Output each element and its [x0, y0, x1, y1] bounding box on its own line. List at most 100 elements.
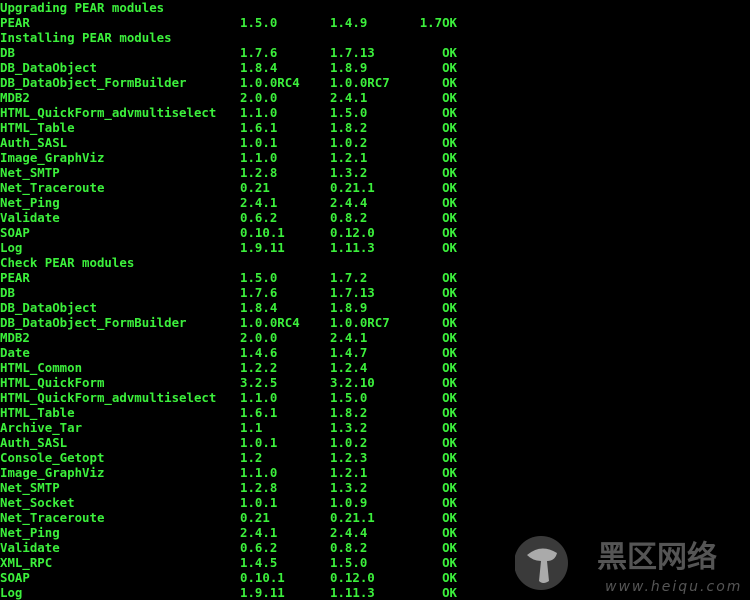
module-row: Net_Ping 2.4.1 2.4.4 OK: [0, 195, 457, 210]
status: OK: [442, 90, 457, 105]
module-row: Image_GraphViz 1.1.0 1.2.1 OK: [0, 465, 457, 480]
module-row: SOAP 0.10.1 0.12.0 OK: [0, 570, 457, 585]
version-to: 0.21.1: [330, 510, 375, 525]
version-from: 0.10.1: [240, 225, 285, 240]
version-from: 1.4.6: [240, 345, 278, 360]
module-row: DB_DataObject_FormBuilder 1.0.0RC4 1.0.0RC…: [0, 75, 457, 90]
version-from: 1.1.0: [240, 465, 278, 480]
version-to: 1.3.2: [330, 165, 368, 180]
version-from: 2.4.1: [240, 525, 278, 540]
version-to: 1.7.13: [330, 45, 375, 60]
status: OK: [442, 540, 457, 555]
status: OK: [442, 435, 457, 450]
module-name: Auth_SASL: [0, 135, 68, 150]
version-to: 2.4.4: [330, 195, 368, 210]
module-row: DB_DataObject 1.8.4 1.8.9 OK: [0, 60, 457, 75]
version-to: 1.7.13: [330, 285, 375, 300]
module-name: Log: [0, 240, 23, 255]
module-row: HTML_QuickForm_advmultiselect 1.1.0 1.5.0 O…: [0, 105, 457, 120]
version-from: 0.21: [240, 510, 270, 525]
module-name: DB_DataObject_FormBuilder: [0, 75, 187, 90]
version-from: 1.5.0: [240, 270, 278, 285]
module-name: MDB2: [0, 90, 30, 105]
module-row: Net_Socket 1.0.1 1.0.9 OK: [0, 495, 457, 510]
status: OK: [442, 315, 457, 330]
module-name: Net_Traceroute: [0, 180, 105, 195]
watermark-url: www.heiqu.com: [605, 579, 742, 595]
module-row: Net_SMTP 1.2.8 1.3.2 OK: [0, 480, 457, 495]
module-row: Auth_SASL 1.0.1 1.0.2 OK: [0, 135, 457, 150]
module-name: DB: [0, 45, 15, 60]
module-name: Image_GraphViz: [0, 150, 105, 165]
version-to: 1.8.2: [330, 120, 368, 135]
module-row: XML_RPC 1.4.5 1.5.0 OK: [0, 555, 457, 570]
version-from: 1.4.5: [240, 555, 278, 570]
version-from: 1.1.0: [240, 105, 278, 120]
module-row: DB_DataObject 1.8.4 1.8.9 OK: [0, 300, 457, 315]
module-row: Log 1.9.11 1.11.3 OK: [0, 585, 457, 600]
version-to: 1.5.0: [330, 105, 368, 120]
module-row: SOAP 0.10.1 0.12.0 OK: [0, 225, 457, 240]
module-name: DB: [0, 285, 15, 300]
status: OK: [442, 525, 457, 540]
module-row: PEAR 1.5.0 1.7.2 OK: [0, 270, 457, 285]
module-name: Validate: [0, 210, 60, 225]
status: OK: [442, 105, 457, 120]
module-row: Date 1.4.6 1.4.7 OK: [0, 345, 457, 360]
status: OK: [442, 150, 457, 165]
module-row: Log 1.9.11 1.11.3 OK: [0, 240, 457, 255]
version-from: 2.0.0: [240, 90, 278, 105]
version-to: 1.4.7: [330, 345, 368, 360]
module-row: MDB2 2.0.0 2.4.1 OK: [0, 330, 457, 345]
version-from: 1.0.1: [240, 495, 278, 510]
version-from: 2.4.1: [240, 195, 278, 210]
status: OK: [442, 375, 457, 390]
version-from: 1.0.0RC4: [240, 315, 300, 330]
version-from: 1.6.1: [240, 405, 278, 420]
watermark-title: 黑区网络: [597, 540, 717, 575]
version-to: 1.0.2: [330, 435, 368, 450]
status: OK: [442, 60, 457, 75]
version-from: 1.7.6: [240, 45, 278, 60]
status: OK: [442, 300, 457, 315]
module-name: XML_RPC: [0, 555, 53, 570]
module-name: HTML_Table: [0, 405, 75, 420]
status: OK: [442, 240, 457, 255]
module-row: HTML_Table 1.6.1 1.8.2 OK: [0, 120, 457, 135]
module-name: SOAP: [0, 225, 30, 240]
module-name: Net_Ping: [0, 195, 60, 210]
version-to: 1.0.0RC7: [330, 75, 390, 90]
version-to: 1.0.9: [330, 495, 368, 510]
module-row: Image_GraphViz 1.1.0 1.2.1 OK: [0, 150, 457, 165]
status: OK: [442, 225, 457, 240]
module-row: MDB2 2.0.0 2.4.1 OK: [0, 90, 457, 105]
version-to: 1.5.0: [330, 390, 368, 405]
module-row: Net_SMTP 1.2.8 1.3.2 OK: [0, 165, 457, 180]
module-name: Net_SMTP: [0, 165, 60, 180]
status: OK: [442, 405, 457, 420]
version-to: 0.21.1: [330, 180, 375, 195]
module-row: DB 1.7.6 1.7.13 OK: [0, 45, 457, 60]
version-from: 0.6.2: [240, 210, 278, 225]
version-from: 2.0.0: [240, 330, 278, 345]
module-row: HTML_Common 1.2.2 1.2.4 OK: [0, 360, 457, 375]
module-row: Validate 0.6.2 0.8.2 OK: [0, 210, 457, 225]
status: OK: [442, 390, 457, 405]
status: OK: [442, 360, 457, 375]
version-from: 0.21: [240, 180, 270, 195]
version-to: 1.4.9: [330, 15, 368, 30]
module-name: PEAR: [0, 270, 30, 285]
version-to: 1.5.0: [330, 555, 368, 570]
version-from: 1.2.8: [240, 480, 278, 495]
section-heading: Check PEAR modules: [0, 255, 135, 270]
watermark-logo: 黑区网络 www.heiqu.com: [515, 536, 742, 595]
version-to: 0.12.0: [330, 225, 375, 240]
terminal-output: Upgrading PEAR modules PEAR 1.5.0 1.4.9 1.7O…: [0, 0, 457, 600]
module-name: Date: [0, 345, 30, 360]
module-name: Net_Traceroute: [0, 510, 105, 525]
status: OK: [442, 450, 457, 465]
status: OK: [442, 570, 457, 585]
version-to: 2.4.1: [330, 330, 368, 345]
module-row: HTML_QuickForm 3.2.5 3.2.10 OK: [0, 375, 457, 390]
status: OK: [442, 195, 457, 210]
